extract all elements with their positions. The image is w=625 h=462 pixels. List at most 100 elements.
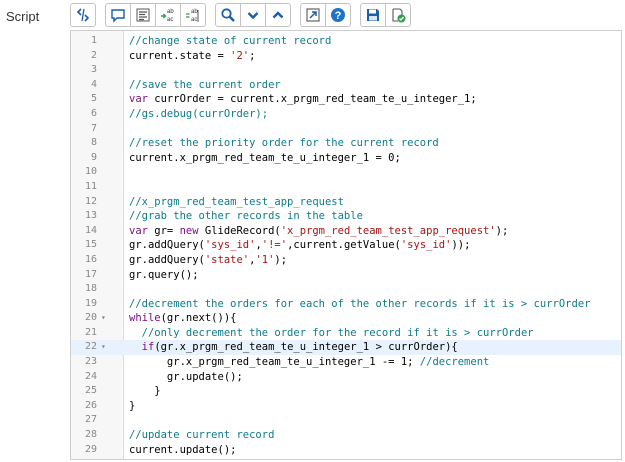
line-number: 21	[84, 326, 97, 338]
code-token: GlideRecord(	[198, 224, 281, 237]
line-number: 15	[84, 239, 97, 251]
code-comment: //reset the priority order for the curre…	[129, 137, 439, 150]
code-text: //x_prgm_red_team_test_app_request	[129, 195, 344, 210]
expand-icon	[305, 7, 321, 23]
code-text: //only decrement the order for the recor…	[129, 326, 534, 341]
fold-arrow-icon[interactable]: ▾	[101, 340, 106, 355]
svg-text:?: ?	[335, 10, 342, 22]
code-comment: //gs.debug(currOrder);	[129, 107, 269, 120]
script-editor-toolbar: ab ac ab ac?	[70, 2, 420, 28]
code-line: 11	[71, 180, 621, 195]
line-number: 10	[84, 166, 97, 178]
script-field-label: Script	[6, 9, 40, 24]
code-line: 3	[71, 63, 621, 78]
code-comment: //only decrement the order for the recor…	[141, 326, 534, 339]
code-keyword: if	[141, 341, 155, 354]
format-code-icon	[135, 7, 151, 23]
line-number: 8	[90, 137, 97, 149]
code-line: 5 var currOrder = current.x_prgm_red_team…	[71, 92, 621, 107]
toggle-syntax-highlighting-button[interactable]	[70, 3, 96, 27]
fold-arrow-icon[interactable]: ▾	[101, 311, 106, 326]
code-text: gr.query();	[129, 268, 199, 283]
code-text: //save the current order	[129, 78, 281, 93]
code-string: '!='	[261, 239, 288, 252]
replace-all-button[interactable]: ab ac	[180, 3, 206, 27]
script-check-icon	[390, 7, 406, 23]
search-next-button[interactable]	[240, 3, 266, 27]
search-button[interactable]	[215, 3, 241, 27]
code-line: 20 ▾ while(gr.next()){	[71, 311, 621, 326]
code-text: current.update();	[129, 443, 236, 458]
format-code-button[interactable]	[130, 3, 156, 27]
save-button[interactable]	[360, 3, 386, 27]
code-text: action.setRedirectURL(current);	[129, 457, 325, 459]
code-editor[interactable]: 1 //change state of current record 2 curren…	[70, 30, 622, 460]
line-number: 29	[84, 443, 97, 455]
search-previous-button[interactable]	[265, 3, 291, 27]
line-number: 12	[84, 195, 97, 207]
line-number: 25	[84, 385, 97, 397]
code-text: while(gr.next()){	[129, 311, 236, 326]
toolbar-group	[360, 3, 411, 27]
code-text: if(gr.x_prgm_red_team_te_u_integer_1 > c…	[129, 340, 458, 355]
toolbar-group	[70, 3, 96, 27]
code-token: current.state =	[129, 49, 231, 62]
line-number: 6	[90, 107, 97, 119]
code-line: 4 //save the current order	[71, 78, 621, 93]
code-token: }	[129, 399, 136, 412]
help-icon: ?	[330, 7, 346, 23]
line-number: 28	[84, 429, 97, 441]
code-token: gr.x_prgm_red_team_te_u_integer_1 -= 1;	[129, 356, 420, 369]
code-line: 1 //change state of current record	[71, 34, 621, 49]
svg-text:ac: ac	[167, 17, 173, 23]
code-text: var currOrder = current.x_prgm_red_team_…	[129, 92, 477, 107]
code-line: 12 //x_prgm_red_team_test_app_request	[71, 195, 621, 210]
code-string: 'x_prgm_red_team_test_app_request'	[280, 224, 496, 237]
code-token: gr.update();	[129, 370, 243, 383]
help-button[interactable]: ?	[325, 3, 351, 27]
line-number: 27	[84, 414, 97, 426]
replace-button[interactable]: ab ac	[155, 3, 181, 27]
code-token: );	[495, 224, 509, 237]
line-number: 14	[84, 224, 97, 236]
chevron-up-icon	[270, 7, 286, 23]
line-number: 3	[90, 64, 97, 76]
code-line: 28 //update current record	[71, 428, 621, 443]
code-line: 6 //gs.debug(currOrder);	[71, 107, 621, 122]
full-screen-button[interactable]	[300, 3, 326, 27]
code-line: 23 gr.x_prgm_red_team_te_u_integer_1 -= …	[71, 355, 621, 370]
code-text: gr.update();	[129, 370, 243, 385]
code-line: 14 var gr= new GlideRecord('x_prgm_red_te…	[71, 224, 621, 239]
line-number: 18	[84, 283, 97, 295]
code-text: gr.addQuery('state','1');	[129, 253, 287, 268]
code-line: 27	[71, 413, 621, 428]
line-number: 20	[84, 312, 97, 324]
line-number: 16	[84, 253, 97, 265]
code-line: 25 }	[71, 384, 621, 399]
replace-icon: ab ac	[160, 7, 176, 23]
comment-button[interactable]	[105, 3, 131, 27]
code-line: 7	[71, 122, 621, 137]
line-number: 4	[90, 78, 97, 90]
line-number: 11	[84, 180, 97, 192]
code-text: //change state of current record	[129, 34, 331, 49]
code-line: 26}	[71, 399, 621, 414]
code-token: (gr.x_prgm_red_team_te_u_integer_1 > cur…	[154, 341, 458, 354]
code-token: gr.query();	[129, 268, 199, 281]
svg-text:ab: ab	[191, 9, 198, 15]
line-number: 22	[84, 341, 97, 353]
code-token: ;	[249, 49, 256, 62]
code-line: 19 //decrement the orders for each of the…	[71, 297, 621, 312]
line-number: 9	[90, 151, 97, 163]
code-line: 21 //only decrement the order for the re…	[71, 326, 621, 341]
toolbar-group: ab ac ab ac	[105, 3, 206, 27]
toolbar-group	[215, 3, 291, 27]
script-debugger-button[interactable]	[385, 3, 411, 27]
code-text: gr.addQuery('sys_id','!=',current.getVal…	[129, 238, 470, 253]
chevron-down-icon	[245, 7, 261, 23]
syntax-toggle-icon	[75, 7, 91, 23]
code-line: 18	[71, 282, 621, 297]
speech-bubble-icon	[110, 7, 126, 23]
line-number: 13	[84, 210, 97, 222]
